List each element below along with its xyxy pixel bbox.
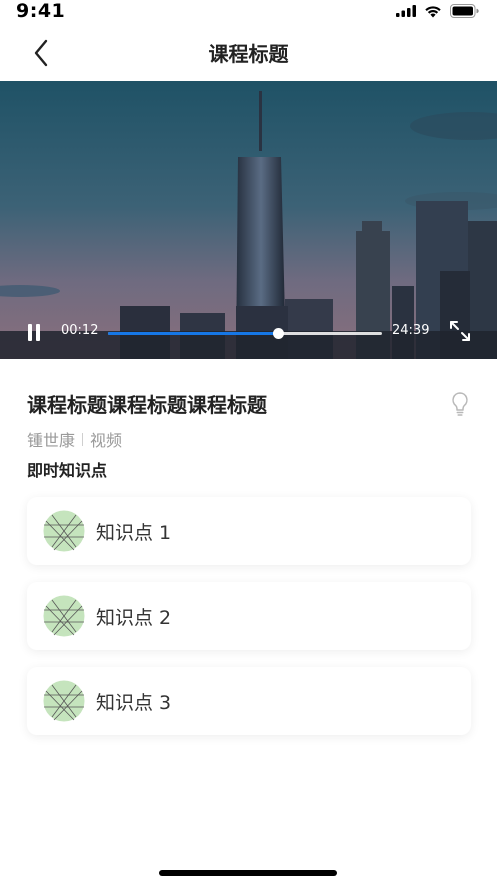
status-time: 9:41 bbox=[16, 0, 66, 22]
knowledge-thumbnail bbox=[43, 595, 85, 637]
knowledge-card[interactable]: 知识点 2 bbox=[27, 582, 471, 650]
course-video-screen: 9:41 课程标题 00:12 24:39 课程标题课程标题课程标题 锺世康 视… bbox=[0, 0, 497, 883]
knowledge-heading: 即时知识点 bbox=[27, 461, 108, 480]
progress-fill bbox=[108, 332, 278, 335]
expand-icon bbox=[450, 321, 470, 341]
current-time: 00:12 bbox=[61, 323, 99, 338]
course-type: 视频 bbox=[90, 431, 123, 450]
pause-button[interactable] bbox=[26, 323, 42, 343]
home-indicator[interactable] bbox=[159, 870, 337, 876]
pause-icon bbox=[28, 324, 32, 341]
knowledge-label: 知识点 1 bbox=[96, 522, 172, 544]
progress-thumb[interactable] bbox=[272, 328, 284, 339]
teacher-name: 锺世康 bbox=[27, 431, 76, 450]
status-bar: 9:41 bbox=[0, 0, 497, 26]
video-player[interactable]: 00:12 24:39 bbox=[0, 81, 497, 359]
page-title: 课程标题 bbox=[208, 42, 289, 66]
knowledge-thumbnail bbox=[43, 510, 85, 552]
course-meta: 锺世康 视频 bbox=[27, 427, 122, 451]
fullscreen-button[interactable] bbox=[446, 317, 474, 345]
pause-icon-bar bbox=[36, 324, 40, 341]
player-controls: 00:12 24:39 bbox=[0, 307, 497, 359]
knowledge-card[interactable]: 知识点 1 bbox=[27, 497, 471, 565]
knowledge-card[interactable]: 知识点 3 bbox=[27, 667, 471, 735]
knowledge-list: 知识点 1 知识点 2 知识点 3 bbox=[27, 497, 471, 752]
battery-icon bbox=[450, 4, 479, 18]
wifi-icon bbox=[425, 5, 441, 17]
nav-bar: 课程标题 bbox=[0, 26, 497, 80]
knowledge-thumbnail bbox=[43, 680, 85, 722]
lightbulb-icon[interactable] bbox=[447, 390, 473, 418]
meta-divider bbox=[82, 432, 84, 446]
signal-icon bbox=[396, 5, 416, 17]
total-time: 24:39 bbox=[392, 323, 430, 338]
knowledge-label: 知识点 2 bbox=[96, 607, 172, 629]
course-title: 课程标题课程标题课程标题 bbox=[27, 393, 267, 417]
status-icons bbox=[396, 4, 479, 18]
progress-bar[interactable] bbox=[108, 328, 382, 339]
knowledge-label: 知识点 3 bbox=[96, 692, 172, 714]
